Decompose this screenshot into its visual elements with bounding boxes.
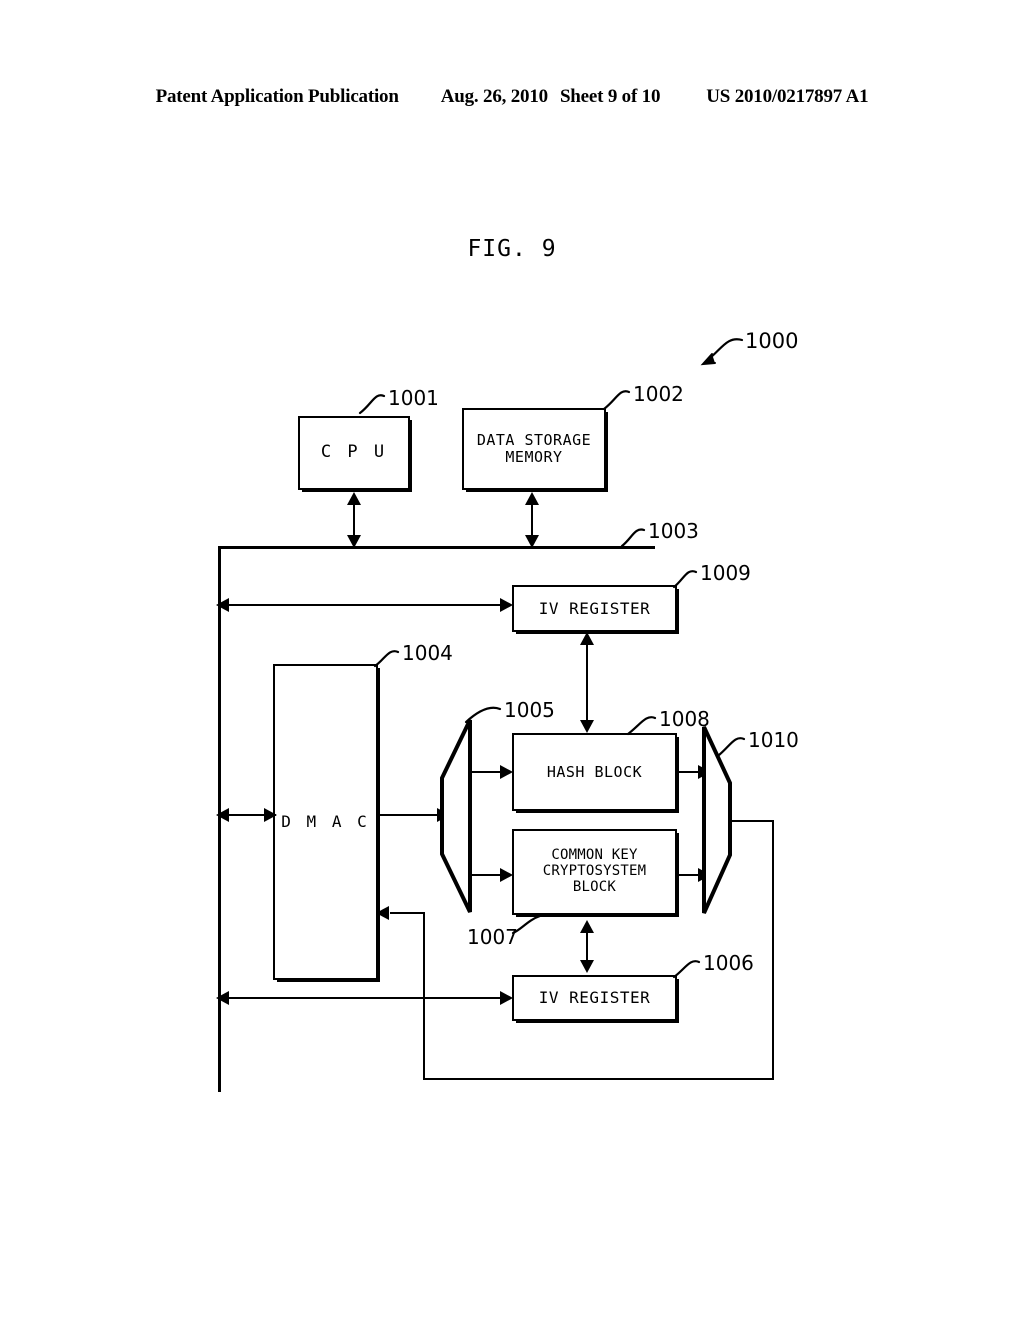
figure-title: FIG. 9: [467, 236, 557, 262]
block-iv-register-bottom-label: IV REGISTER: [538, 988, 651, 1008]
arrowhead-dmac-feedback-in: [376, 906, 389, 920]
ref-1001: 1001: [388, 386, 439, 410]
feedback-left-vertical: [423, 912, 425, 1080]
arrowhead-iv-top-hash-down: [580, 720, 594, 733]
ref-1002: 1002: [633, 382, 684, 406]
feedback-mux-out-right: [728, 820, 774, 822]
block-common-key-cryptosystem-label: COMMON KEY CRYPTOSYSTEM BLOCK: [542, 847, 647, 895]
arrowhead-iv-top-hash-up: [580, 632, 594, 645]
ref-1010: 1010: [748, 728, 799, 752]
arrowhead-cpu-up: [347, 492, 361, 505]
block-cpu: C P U: [298, 416, 410, 490]
block-iv-register-top-label: IV REGISTER: [538, 598, 651, 618]
block-dmac: D M A C: [273, 664, 378, 980]
connector-bus-to-iv-top: [228, 604, 508, 606]
arrowhead-crypto-iv-up: [580, 920, 594, 933]
header-publication-text: Patent Application Publication: [155, 86, 399, 107]
ref-1007: 1007: [467, 925, 518, 949]
feedback-into-dmac: [390, 912, 425, 914]
connector-dmac-to-demux: [378, 814, 441, 816]
ref-1000: 1000: [745, 329, 799, 353]
block-hash: HASH BLOCK: [512, 733, 677, 811]
arrowhead-iv-top-right: [500, 598, 513, 612]
ref-1006: 1006: [703, 951, 754, 975]
feedback-bottom-horizontal: [423, 1078, 774, 1080]
arrowhead-crypto-iv-down: [580, 960, 594, 973]
page-header: Patent Application Publication Aug. 26, …: [0, 86, 1024, 116]
arrowhead-memory-up: [525, 492, 539, 505]
ref-1005: 1005: [504, 698, 555, 722]
header-date-text: Aug. 26, 2010: [440, 86, 548, 107]
connector-bus-to-iv-bottom: [228, 997, 508, 999]
arrowhead-iv-bottom-right: [500, 991, 513, 1005]
arrowhead-dmac-left: [216, 808, 229, 822]
block-data-storage-memory-label: DATA STORAGE MEMORY: [476, 431, 592, 466]
header-sheet-text: Sheet 9 of 10: [559, 86, 661, 107]
block-iv-register-top: IV REGISTER: [512, 585, 677, 632]
ref-1009: 1009: [700, 561, 751, 585]
arrowhead-iv-bottom-left: [216, 991, 229, 1005]
block-demux: [440, 719, 472, 913]
block-data-storage-memory: DATA STORAGE MEMORY: [462, 408, 606, 490]
block-iv-register-bottom: IV REGISTER: [512, 975, 677, 1021]
ref-1004: 1004: [402, 641, 453, 665]
block-common-key-cryptosystem: COMMON KEY CRYPTOSYSTEM BLOCK: [512, 829, 677, 915]
arrowhead-dmac-right: [264, 808, 277, 822]
connector-iv-top-to-hash: [586, 640, 588, 726]
block-cpu-label: C P U: [320, 442, 388, 463]
header-patent-number-text: US 2010/0217897 A1: [706, 86, 869, 107]
leader-lines-overlay: [358, 338, 746, 979]
block-dmac-label: D M A C: [281, 812, 370, 832]
feedback-right-vertical: [772, 820, 774, 1080]
system-bus-line: [218, 546, 655, 549]
ref-1003: 1003: [648, 519, 699, 543]
arrowhead-iv-top-left: [216, 598, 229, 612]
block-hash-label: HASH BLOCK: [546, 762, 643, 781]
